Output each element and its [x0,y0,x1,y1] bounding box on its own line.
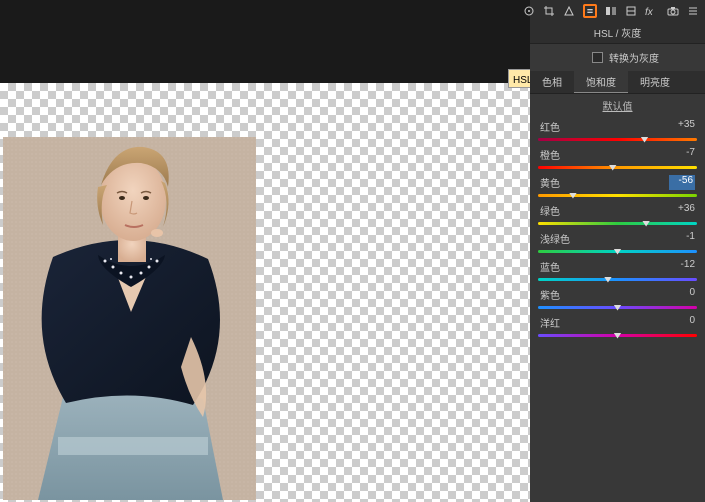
tab-luminance[interactable]: 明亮度 [628,71,682,93]
tab-hue[interactable]: 色相 [530,71,574,93]
slider-value[interactable]: -56 [669,175,695,190]
camera-icon[interactable] [667,4,679,18]
image-layer[interactable] [3,137,256,500]
triangle-icon[interactable] [563,4,575,18]
slider-label: 蓝色 [540,259,560,274]
slider-list: 红色 +35 橙色 -7 黄色 -56 绿色 +36 浅绿色 -1 蓝色 -12 紫色 0 洋红 0 [530,117,705,351]
slider-row: 黄色 -56 [538,175,697,201]
panel-title: HSL / 灰度 [530,22,705,44]
slider-track[interactable] [538,135,697,145]
slider-label: 红色 [540,119,560,134]
slider-row: 红色 +35 [538,119,697,145]
reset-default[interactable]: 默认值 [530,94,705,117]
slider-label: 洋红 [540,315,560,330]
svg-text:fx: fx [645,7,654,17]
panel-toolbar: fx [530,0,705,22]
target-icon[interactable] [523,4,535,18]
slider-value[interactable]: +36 [669,203,695,218]
slider-track[interactable] [538,247,697,257]
slider-label: 黄色 [540,175,560,190]
presets-icon[interactable] [687,4,699,18]
slider-row: 蓝色 -12 [538,259,697,285]
slider-row: 橙色 -7 [538,147,697,173]
slider-value[interactable]: +35 [669,119,695,134]
fx-icon[interactable]: fx [645,4,659,18]
slider-track[interactable] [538,191,697,201]
slider-value[interactable]: -12 [669,259,695,274]
slider-track[interactable] [538,303,697,313]
grayscale-toggle-row[interactable]: 转换为灰度 [530,44,705,71]
split-icon[interactable] [605,4,617,18]
hsl-tabs: 色相 饱和度 明亮度 [530,71,705,94]
slider-label: 橙色 [540,147,560,162]
slider-row: 紫色 0 [538,287,697,313]
slider-value[interactable]: -1 [669,231,695,246]
slider-label: 绿色 [540,203,560,218]
grayscale-checkbox[interactable] [592,52,603,63]
slider-label: 紫色 [540,287,560,302]
hsl-icon[interactable] [583,4,597,18]
crop-icon[interactable] [543,4,555,18]
slider-value[interactable]: 0 [669,287,695,302]
adjustments-panel: fx HSL / 灰度 转换为灰度 色相 饱和度 明亮度 默认值 红色 +35 橙色… [530,0,705,502]
slider-track[interactable] [538,275,697,285]
slider-track[interactable] [538,219,697,229]
slider-track[interactable] [538,163,697,173]
grayscale-label: 转换为灰度 [609,50,659,65]
canvas-area[interactable] [0,0,530,502]
slider-row: 洋红 0 [538,315,697,341]
slider-row: 浅绿色 -1 [538,231,697,257]
tab-saturation[interactable]: 饱和度 [574,71,628,93]
slider-row: 绿色 +36 [538,203,697,229]
photo-content [3,137,256,500]
slider-track[interactable] [538,331,697,341]
slider-label: 浅绿色 [540,231,570,246]
slider-value[interactable]: 0 [669,315,695,330]
detail-icon[interactable] [625,4,637,18]
slider-value[interactable]: -7 [669,147,695,162]
